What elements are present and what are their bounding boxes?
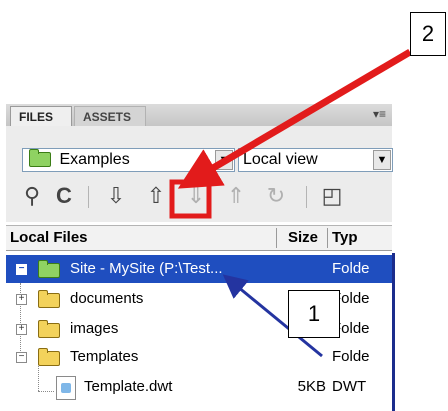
callout-2: 2 xyxy=(410,12,446,56)
annotation-overlay xyxy=(169,48,412,358)
put-button-highlight xyxy=(169,179,212,219)
callout-1: 1 xyxy=(288,290,340,338)
red-pointer-arrow xyxy=(177,48,412,189)
